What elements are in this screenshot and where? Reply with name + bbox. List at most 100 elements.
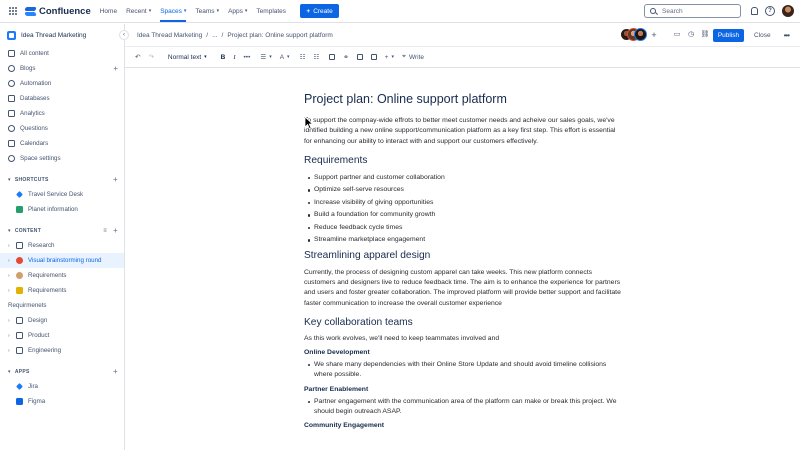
app-figma[interactable]: Figma [0,394,124,409]
teams-heading[interactable]: Key collaboration teams [304,317,624,328]
chevron-right-icon[interactable]: › [8,273,16,279]
list-item[interactable]: Streamline marketplace engagement [308,235,624,245]
sidebar-item-automation[interactable]: Automation [0,76,124,91]
tree-item-research[interactable]: › Research [0,238,124,253]
blogs-icon [8,65,15,72]
text-color-icon[interactable]: A ▾ [280,54,290,61]
shortcuts-section-header[interactable]: ▾ SHORTCUTS + [0,172,124,187]
tree-item-visual-brainstorming-round[interactable]: › Visual brainstorming round [0,253,124,268]
tree-item-product[interactable]: › Product [0,328,124,343]
nav-recent[interactable]: Recent ▾ [126,8,151,15]
tree-item-requirements-2[interactable]: › Requirements [0,283,124,298]
sidebar-item-analytics[interactable]: Analytics [0,106,124,121]
chevron-right-icon[interactable]: › [8,333,16,339]
list-item[interactable]: Build a foundation for community growth [308,210,624,220]
collaborator-avatar[interactable] [634,28,647,41]
notifications-bell-icon[interactable] [749,6,759,16]
sidebar: Idea Thread Marketing ‹ All content Blog… [0,24,129,450]
sidebar-item-space-settings[interactable]: Space settings [0,151,124,166]
add-shortcut-icon[interactable]: + [113,175,118,184]
publish-button[interactable]: Publish [713,28,744,42]
chevron-right-icon[interactable]: › [8,288,16,294]
partner-enablement-heading[interactable]: Partner Enablement [304,386,624,393]
apps-section-header[interactable]: ▾ APPS + [0,364,124,379]
comment-icon[interactable]: ▭ [671,29,683,41]
image-icon[interactable] [356,54,363,60]
add-blog-icon[interactable]: + [113,64,118,73]
help-icon[interactable]: ? [765,6,775,16]
shortcut-planet-information[interactable]: Planet information [0,202,124,217]
list-item[interactable]: Optimize self-serve resources [308,185,624,195]
close-button[interactable]: Close [754,32,771,39]
more-actions-icon[interactable]: ••• [784,31,790,40]
insert-plus-icon[interactable]: + ▾ [385,54,394,61]
breadcrumb-ellipsis[interactable]: ... [212,32,217,39]
tree-item-requirements[interactable]: › Requirements [0,268,124,283]
space-header[interactable]: Idea Thread Marketing [0,24,124,46]
user-avatar[interactable] [782,5,794,17]
nav-spaces[interactable]: Spaces ▾ [160,8,187,22]
chevron-right-icon[interactable]: › [8,348,16,354]
chevron-right-icon[interactable]: › [8,258,16,264]
list-item[interactable]: Increase visibility of giving opportunit… [308,198,624,208]
more-formatting-icon[interactable]: ••• [244,54,251,61]
filter-icon[interactable]: ≡ [103,228,107,234]
content-section-header[interactable]: ▾ CONTENT ≡ + [0,223,124,238]
chevron-right-icon[interactable]: › [8,243,16,249]
community-engagement-heading[interactable]: Community Engagement [304,422,624,429]
confluence-logo[interactable]: Confluence [25,6,91,17]
add-app-icon[interactable]: + [113,367,118,376]
invite-plus-icon[interactable]: + [648,29,660,41]
redo-icon[interactable]: ↷ [148,53,153,61]
chevron-right-icon[interactable]: › [8,318,16,324]
breadcrumb-page[interactable]: Project plan: Online support platform [227,32,333,39]
online-development-heading[interactable]: Online Development [304,349,624,356]
mouse-cursor-icon [304,116,314,130]
write-ai-button[interactable]: ⌖ Write [402,53,424,61]
undo-icon[interactable]: ↶ [135,53,140,61]
teams-intro[interactable]: As this work evolves, we'll need to keep… [304,334,624,344]
nav-templates[interactable]: Templates [256,8,286,15]
bold-icon[interactable]: B [221,54,226,61]
app-switcher-icon[interactable] [9,6,18,16]
align-icon[interactable]: ☰ ▾ [260,53,271,61]
nav-teams-label: Teams [195,7,215,15]
list-item[interactable]: Partner engagement with the communicatio… [308,397,624,418]
add-content-icon[interactable]: + [113,226,118,235]
text-style-select[interactable]: Normal text ▾ [168,54,207,61]
italic-icon[interactable]: I [233,54,235,61]
nav-apps[interactable]: Apps ▾ [228,8,247,15]
history-icon[interactable]: ◷ [685,29,697,41]
app-jira[interactable]: Jira [0,379,124,394]
page-title[interactable]: Project plan: Online support platform [304,92,624,109]
sidebar-item-questions[interactable]: Questions [0,121,124,136]
search-input[interactable]: Search [644,4,741,18]
tree-item-requirmenets[interactable]: Requirmenets [0,298,124,313]
table-icon[interactable] [370,54,377,60]
tree-item-design[interactable]: › Design [0,313,124,328]
nav-teams[interactable]: Teams ▾ [195,8,219,15]
sidebar-item-databases[interactable]: Databases [0,91,124,106]
page-content[interactable]: Project plan: Online support platform To… [304,92,624,429]
create-button[interactable]: + Create [300,4,340,18]
breadcrumb-space[interactable]: Idea Thread Marketing [137,32,202,39]
sidebar-item-blogs[interactable]: Blogs + [0,61,124,76]
shortcut-travel-service-desk[interactable]: Travel Service Desk [0,187,124,202]
intro-paragraph[interactable]: To support the compnay-wide effrots to b… [304,116,624,147]
task-list-icon[interactable] [329,54,336,60]
list-item[interactable]: Reduce feedback cycle times [308,223,624,233]
apparel-heading[interactable]: Streamlining apparel design [304,250,624,261]
bullet-list-icon[interactable]: ☷ [300,53,306,61]
nav-home[interactable]: Home [100,8,117,15]
link-icon[interactable]: ⚭ [343,53,348,61]
numbered-list-icon[interactable]: ☷ [313,53,319,61]
requirements-heading[interactable]: Requirements [304,155,624,166]
sidebar-item-calendars[interactable]: Calendars [0,136,124,151]
tree-item-engineering[interactable]: › Engineering [0,343,124,358]
sidebar-item-all-content[interactable]: All content [0,46,124,61]
sidebar-item-label: Analytics [20,110,45,117]
list-item[interactable]: Support partner and customer collaborati… [308,173,624,183]
list-item[interactable]: We share many dependencies with their On… [308,360,624,381]
apparel-paragraph[interactable]: Currently, the process of designing cust… [304,268,624,309]
link-icon[interactable]: ⛓ [699,29,711,41]
